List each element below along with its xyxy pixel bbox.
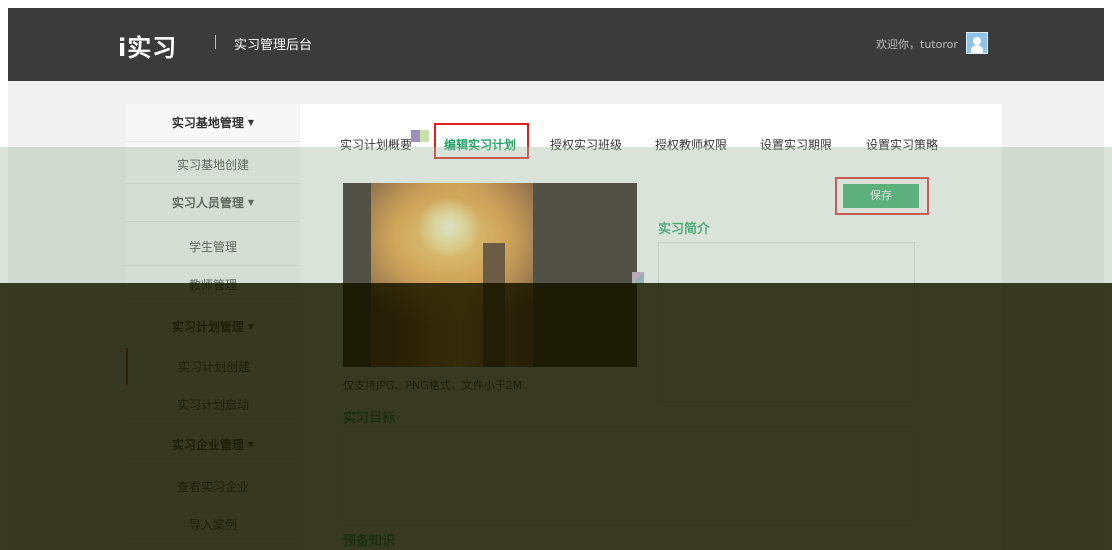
sidebar-group-base[interactable]: 实习基地管理 ▼ <box>126 104 300 142</box>
sidebar-item-label: 学生管理 <box>188 240 237 254</box>
sidebar-group-plan[interactable]: 实习计划管理 ▼ <box>126 308 300 346</box>
sidebar-item-plan-start[interactable]: 实习计划启动 <box>126 386 300 424</box>
top-header: i实习 实习管理后台 欢迎你，tutoror <box>8 8 1104 81</box>
sidebar-group-personnel[interactable]: 实习人员管理 ▼ <box>126 184 300 222</box>
sidebar-item-students[interactable]: 学生管理 <box>126 228 300 266</box>
sidebar: 实习基地管理 ▼ 实习基地创建 实习人员管理 ▼ 学生管理 教师管理 实习计划管理 ▼… <box>126 104 300 550</box>
upload-hint: 仅支持JPG、PNG格式，文件小于2M <box>343 379 523 392</box>
caret-down-icon: ▼ <box>247 440 255 449</box>
welcome-text: 欢迎你，tutoror <box>876 38 958 51</box>
sidebar-item-teachers[interactable]: 教师管理 <box>126 266 300 304</box>
sidebar-item-label: 实习计划启动 <box>176 398 249 412</box>
intro-textarea[interactable] <box>658 242 915 402</box>
sidebar-item-label: 实习基地管理 <box>171 116 244 130</box>
sidebar-item-import-case[interactable]: 导入案例 <box>126 506 300 544</box>
app-name: 实习管理后台 <box>234 38 313 53</box>
tab-set-strategy[interactable]: 设置实习策略 <box>866 136 938 153</box>
sidebar-item-label: 查看实习企业 <box>176 480 249 494</box>
highlight-box-tab <box>434 123 529 159</box>
tab-authorize-class[interactable]: 授权实习班级 <box>550 136 622 153</box>
sidebar-item-base-create[interactable]: 实习基地创建 <box>126 146 300 184</box>
sidebar-item-label: 实习人员管理 <box>171 196 244 210</box>
intro-title: 实习简介 <box>658 222 711 237</box>
sidebar-item-view-company[interactable]: 查看实习企业 <box>126 468 300 506</box>
tree-trunk-right <box>533 183 637 367</box>
sidebar-item-label: 实习基地创建 <box>176 158 249 172</box>
caret-down-icon: ▼ <box>247 118 255 127</box>
cover-image[interactable] <box>343 183 637 367</box>
highlight-box-save <box>835 177 929 215</box>
header-divider <box>215 35 216 49</box>
tab-plan-overview[interactable]: 实习计划概要 <box>340 136 412 153</box>
goal-textarea[interactable] <box>343 431 915 521</box>
sidebar-group-company[interactable]: 实习企业管理 ▼ <box>126 426 300 464</box>
caret-down-icon: ▼ <box>247 198 255 207</box>
resize-handle-icon[interactable] <box>632 272 644 284</box>
goal-title: 实习目标 <box>343 411 396 426</box>
logo[interactable]: i实习 <box>118 28 177 63</box>
sidebar-item-label: 导入案例 <box>188 518 237 532</box>
tree-trunk-left <box>343 183 371 367</box>
sidebar-item-label: 实习计划创建 <box>177 360 250 374</box>
knowledge-title: 预备知识 <box>343 534 396 549</box>
avatar[interactable] <box>966 32 988 54</box>
tree-trunk-middle <box>483 243 505 367</box>
tab-set-period[interactable]: 设置实习期限 <box>760 136 832 153</box>
sidebar-item-label: 实习计划管理 <box>171 320 244 334</box>
caret-down-icon: ▼ <box>247 322 255 331</box>
sidebar-item-plan-create[interactable]: 实习计划创建 <box>126 348 300 386</box>
sidebar-item-label: 实习企业管理 <box>171 438 244 452</box>
sidebar-item-label: 教师管理 <box>188 278 237 292</box>
tab-teacher-permission[interactable]: 授权教师权限 <box>655 136 727 153</box>
image-icon <box>411 130 429 142</box>
